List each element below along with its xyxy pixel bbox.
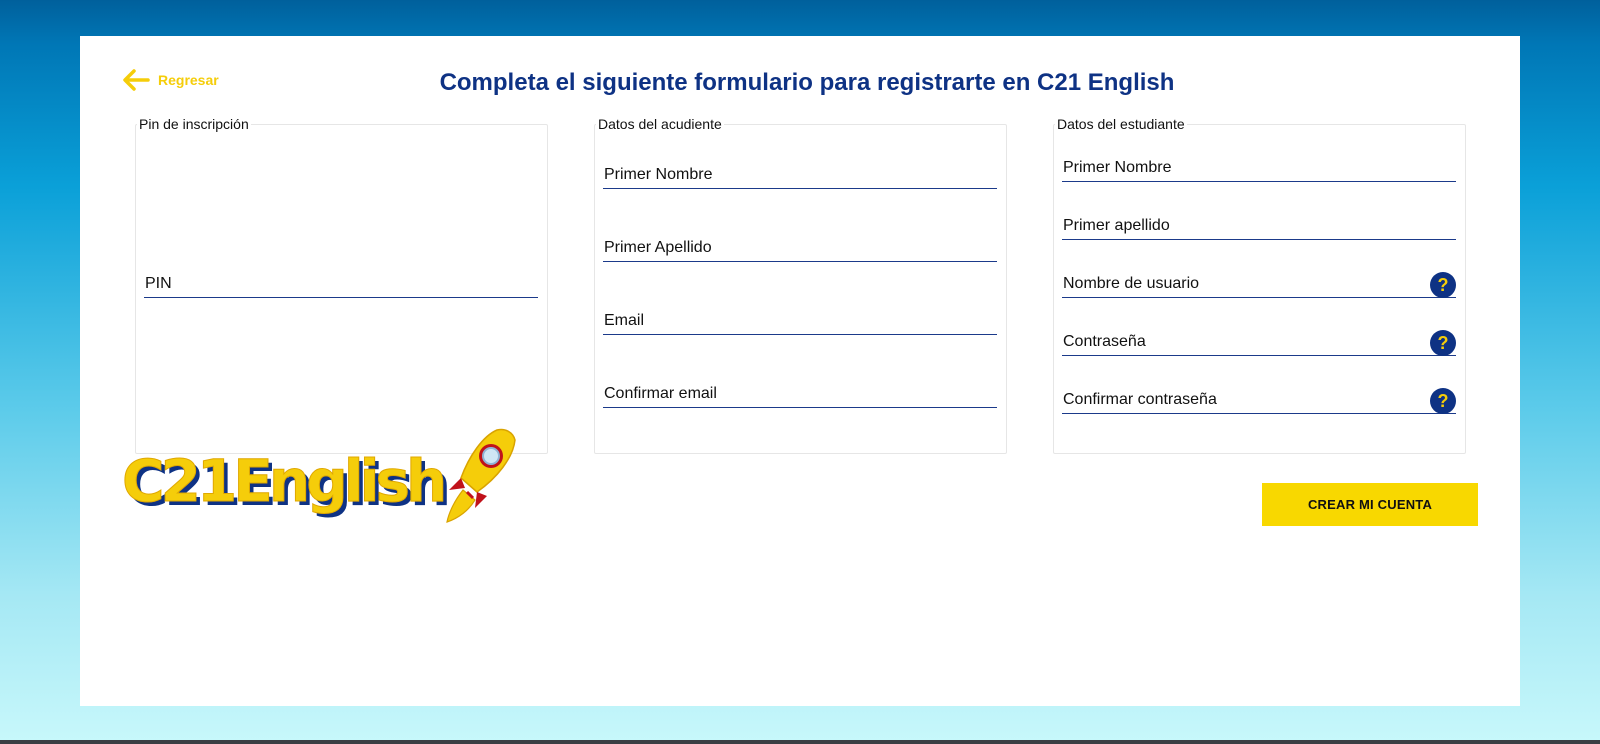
pin-field-wrapper [144,270,538,298]
guardian-first-name-wrapper [603,161,997,189]
student-first-name-input[interactable] [1062,154,1456,181]
guardian-section: Datos del acudiente [594,116,1007,454]
student-first-name-wrapper [1062,154,1456,182]
student-password-input[interactable] [1062,328,1456,355]
pin-input[interactable] [144,270,538,297]
username-help-icon[interactable]: ? [1430,272,1456,298]
guardian-confirm-email-wrapper [603,380,997,408]
guardian-last-name-input[interactable] [603,234,997,261]
guardian-last-name-wrapper [603,234,997,262]
student-confirm-password-wrapper: ? [1062,386,1456,414]
guardian-confirm-email-input[interactable] [603,380,997,407]
confirm-password-help-icon[interactable]: ? [1430,388,1456,414]
pin-section-legend: Pin de inscripción [139,116,249,132]
student-username-input[interactable] [1062,270,1456,297]
student-section-legend: Datos del estudiante [1057,116,1185,132]
student-username-wrapper: ? [1062,270,1456,298]
registration-card: Regresar Completa el siguiente formulari… [80,36,1520,706]
page-title: Completa el siguiente formulario para re… [439,69,1175,96]
svg-text:C21English: C21English [122,447,443,515]
guardian-first-name-input[interactable] [603,161,997,188]
student-password-wrapper: ? [1062,328,1456,356]
student-last-name-wrapper [1062,212,1456,240]
rocket-icon [446,428,516,523]
bottom-strip [0,740,1600,744]
guardian-email-wrapper [603,307,997,335]
student-confirm-password-input[interactable] [1062,386,1456,413]
pin-section: Pin de inscripción [135,116,548,454]
guardian-email-input[interactable] [603,307,997,334]
student-section: Datos del estudiante ? ? ? [1053,116,1466,454]
guardian-section-legend: Datos del acudiente [598,116,722,132]
student-last-name-input[interactable] [1062,212,1456,239]
c21english-logo: C21English C21English [122,428,516,523]
create-account-button[interactable]: CREAR MI CUENTA [1262,483,1478,526]
password-help-icon[interactable]: ? [1430,330,1456,356]
